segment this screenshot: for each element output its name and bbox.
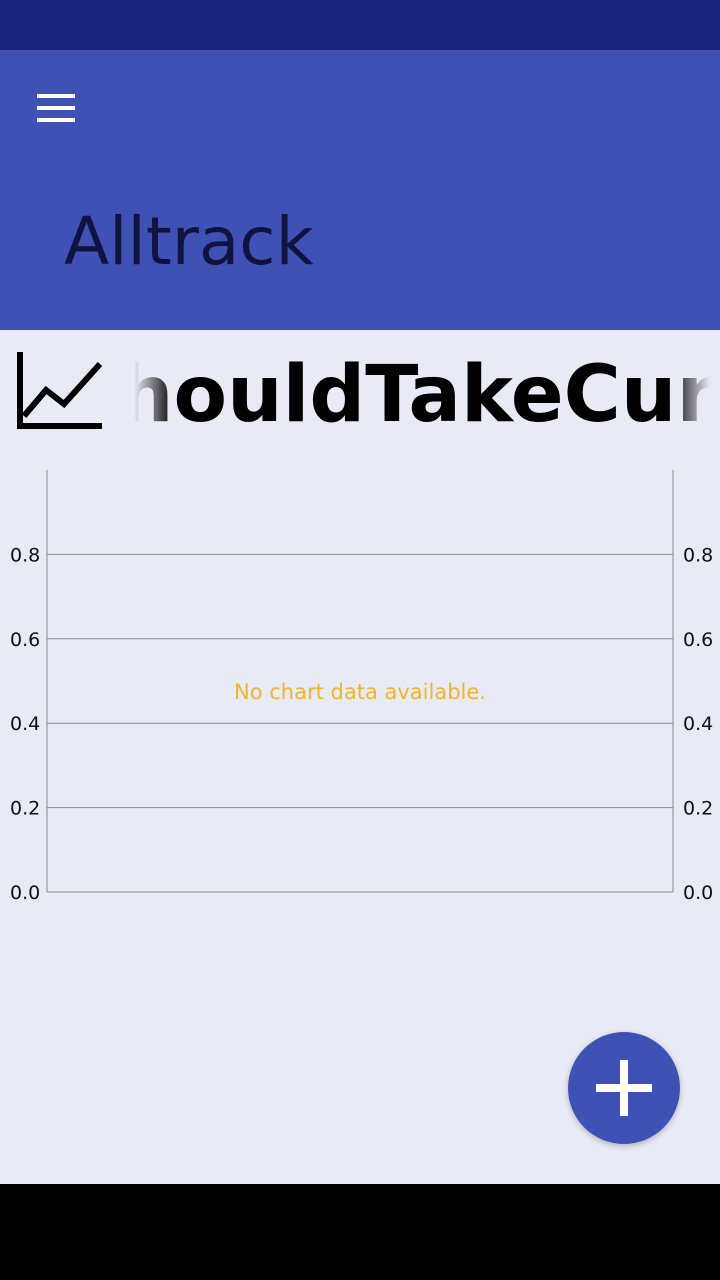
app-bar: Alltrack bbox=[0, 50, 720, 330]
left-axis-ticks: 0.0 0.2 0.4 0.6 0.8 bbox=[10, 544, 40, 904]
navigation-bar bbox=[0, 1184, 720, 1280]
right-tick-label: 0.6 bbox=[683, 629, 713, 651]
plus-icon bbox=[596, 1060, 652, 1116]
right-axis-ticks: 0.0 0.2 0.4 0.6 0.8 bbox=[683, 544, 713, 904]
app-title: Alltrack bbox=[64, 203, 314, 280]
right-tick-label: 0.0 bbox=[683, 882, 713, 904]
menu-icon bbox=[37, 94, 75, 122]
left-tick-label: 0.8 bbox=[10, 544, 40, 566]
right-tick-label: 0.4 bbox=[683, 713, 713, 735]
left-tick-label: 0.0 bbox=[10, 882, 40, 904]
left-tick-label: 0.4 bbox=[10, 713, 40, 735]
left-tick-label: 0.6 bbox=[10, 629, 40, 651]
status-bar bbox=[0, 0, 720, 50]
right-tick-label: 0.8 bbox=[683, 544, 713, 566]
left-tick-label: 0.2 bbox=[10, 798, 40, 820]
add-button[interactable] bbox=[568, 1032, 680, 1144]
no-data-message: No chart data available. bbox=[234, 680, 486, 704]
main-content: houldTakeCurre 0.00.20.40.60.8 0.00.20.4… bbox=[0, 330, 720, 1184]
right-tick-label: 0.2 bbox=[683, 798, 713, 820]
chart[interactable]: 0.0 0.2 0.4 0.6 0.8 0.0 0.2 0.4 0.6 0.8 No chart… bbox=[0, 330, 720, 930]
menu-button[interactable] bbox=[20, 80, 92, 136]
